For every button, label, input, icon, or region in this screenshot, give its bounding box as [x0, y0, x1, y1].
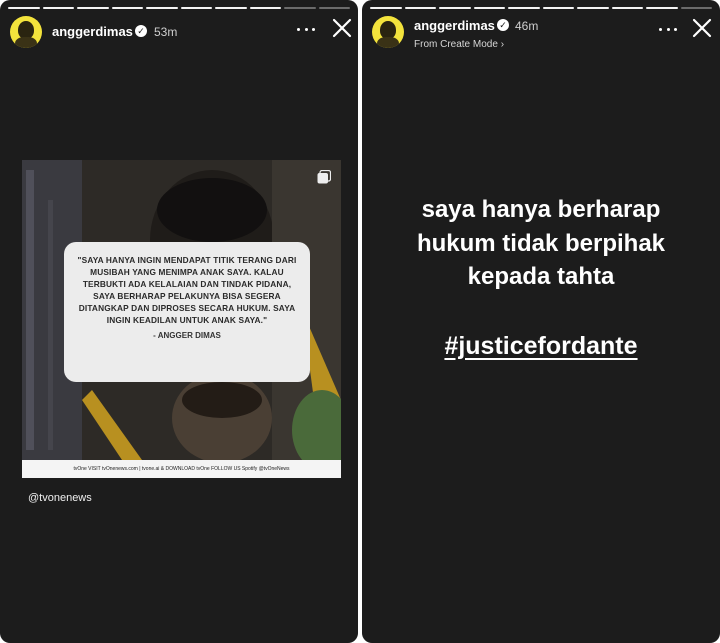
username[interactable]: anggerdimas [52, 24, 133, 39]
verified-badge-icon: ✓ [135, 25, 147, 37]
hashtag[interactable]: #justicefordante [362, 332, 720, 361]
quote-author: - ANGGER DIMAS [153, 331, 221, 340]
quote-text: "SAYA HANYA INGIN MENDAPAT TITIK TERANG … [77, 255, 297, 325]
hashtag-text[interactable]: #justicefordante [444, 332, 637, 360]
progress-segment [439, 7, 471, 9]
progress-segment [577, 7, 609, 9]
progress-segment [370, 7, 402, 9]
verified-badge-icon: ✓ [497, 19, 509, 31]
progress-segment [680, 7, 712, 9]
gallery-icon [317, 170, 331, 184]
more-icon[interactable] [297, 20, 315, 38]
story-text-line: hukum tidak berpihak [416, 230, 666, 257]
progress-segment [215, 7, 247, 9]
progress-segment [77, 7, 109, 9]
story-progress-bar [8, 7, 350, 9]
story-header: anggerdimas ✓ 46m From Create Mode › [372, 14, 712, 52]
progress-segment [249, 7, 281, 9]
close-icon[interactable] [330, 16, 354, 40]
story-header: anggerdimas ✓ 53m [10, 14, 352, 52]
avatar[interactable] [10, 16, 42, 48]
tvone-footer: tvOne VISIT tvOnenews.com | tvone.ai & D… [22, 460, 341, 478]
more-icon[interactable] [659, 20, 677, 38]
progress-segment [542, 7, 574, 9]
story-panel-right[interactable]: anggerdimas ✓ 46m From Create Mode › say… [362, 0, 720, 643]
story-panel-left[interactable]: anggerdimas ✓ 53m "SAYA HANYA INGIN MEND… [0, 0, 358, 643]
story-progress-bar [370, 7, 712, 9]
progress-segment [318, 7, 350, 9]
progress-segment [404, 7, 436, 9]
progress-segment [8, 7, 40, 9]
timestamp: 53m [154, 25, 178, 39]
story-text-line: kepada tahta [467, 263, 615, 290]
progress-segment [646, 7, 678, 9]
progress-segment [473, 7, 505, 9]
progress-segment [146, 7, 178, 9]
mention-link[interactable]: @tvonenews [28, 492, 92, 504]
avatar[interactable] [372, 16, 404, 48]
progress-segment [180, 7, 212, 9]
progress-segment [611, 7, 643, 9]
username[interactable]: anggerdimas [414, 18, 495, 33]
close-icon[interactable] [690, 16, 714, 40]
progress-segment [111, 7, 143, 9]
progress-segment [508, 7, 540, 9]
create-mode-link[interactable]: From Create Mode › [414, 39, 504, 50]
progress-segment [284, 7, 316, 9]
shared-post-image[interactable]: "SAYA HANYA INGIN MENDAPAT TITIK TERANG … [22, 160, 341, 478]
story-text-line: saya hanya berharap [421, 196, 661, 223]
progress-segment [42, 7, 74, 9]
timestamp: 46m [515, 19, 539, 33]
quote-card: "SAYA HANYA INGIN MENDAPAT TITIK TERANG … [64, 242, 310, 382]
